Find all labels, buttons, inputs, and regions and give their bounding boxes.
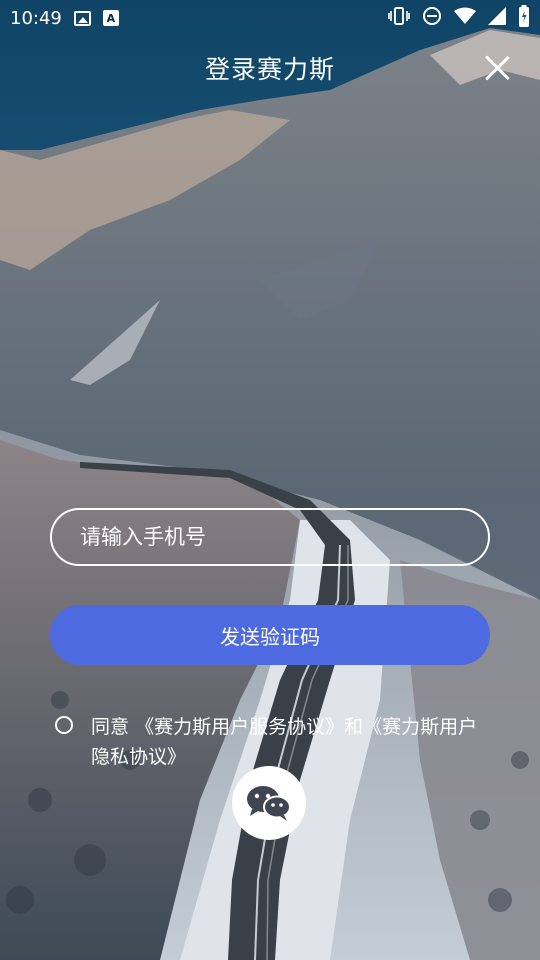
status-bar: 10:49 A — [0, 0, 540, 36]
wechat-icon — [247, 786, 291, 821]
agreement-row: 同意 《赛力斯用户服务协议》和《赛力斯用户隐私协议》 — [55, 712, 495, 772]
close-icon[interactable] — [484, 55, 510, 81]
status-time: 10:49 — [10, 7, 62, 29]
wifi-icon — [454, 7, 476, 30]
agreement-prefix: 同意 — [91, 716, 130, 738]
send-code-button[interactable]: 发送验证码 — [50, 605, 490, 665]
phone-input[interactable] — [78, 524, 462, 550]
signal-icon — [488, 6, 506, 30]
wechat-login-button[interactable] — [232, 766, 306, 840]
battery-icon — [518, 4, 530, 32]
image-icon — [73, 10, 91, 26]
a-notification-icon: A — [102, 10, 119, 26]
agree-radio[interactable] — [55, 716, 73, 734]
page-title: 登录赛力斯 — [204, 55, 335, 84]
dnd-icon — [422, 6, 442, 31]
vibrate-icon — [388, 6, 410, 30]
agreement-text: 同意 《赛力斯用户服务协议》和《赛力斯用户隐私协议》 — [91, 712, 481, 772]
service-agreement-link[interactable]: 《赛力斯用户服务协议》 — [135, 716, 344, 738]
phone-input-container[interactable] — [50, 508, 490, 566]
agreement-conjunction: 和 — [344, 716, 364, 738]
